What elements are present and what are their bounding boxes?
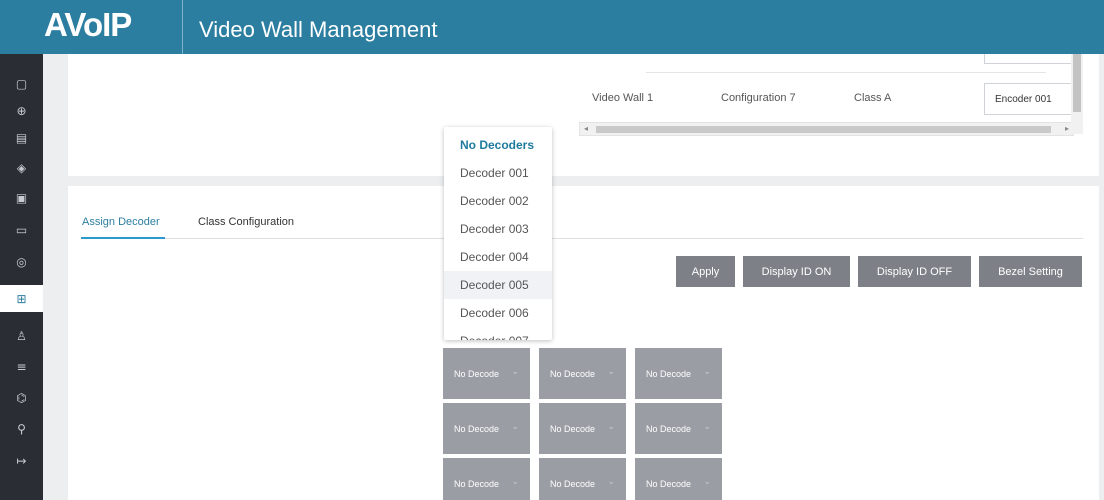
active-tab-indicator <box>81 237 165 239</box>
chevron-down-icon: ⌄ <box>511 366 519 376</box>
decoder-cell[interactable]: No Decode ⌄ <box>443 348 530 399</box>
display-id-on-button[interactable]: Display ID ON <box>743 256 850 287</box>
dropdown-option[interactable]: No Decoders <box>444 131 552 159</box>
decoder-cell-label: No Decode <box>454 478 500 489</box>
add-circle-icon[interactable]: ⊕ <box>8 97 35 124</box>
chevron-down-icon: ⌄ <box>703 421 711 431</box>
tab-assign-decoder[interactable]: Assign Decoder <box>82 216 160 228</box>
decoder-cell[interactable]: No Decode ⌄ <box>539 458 626 500</box>
decoder-cell[interactable]: No Decode ⌄ <box>443 403 530 454</box>
decoder-cell[interactable]: No Decode ⌄ <box>539 403 626 454</box>
display-id-off-button[interactable]: Display ID OFF <box>858 256 971 287</box>
horizontal-scrollbar[interactable]: ◂ ▸ <box>579 122 1074 136</box>
app-header: AVoIP Video Wall Management <box>0 0 1104 54</box>
decoder-dropdown-menu: No Decoders Decoder 001 Decoder 002 Decoder… <box>444 127 552 340</box>
decoder-cell-label: No Decode <box>454 368 500 379</box>
dropdown-option[interactable]: Decoder 005 <box>444 271 552 299</box>
chevron-down-icon: ⌄ <box>703 366 711 376</box>
decoder-cell-label: No Decode <box>646 368 692 379</box>
decoder-cell-label: No Decode <box>454 423 500 434</box>
bezel-setting-button[interactable]: Bezel Setting <box>979 256 1082 287</box>
table-row-divider <box>646 72 1046 73</box>
sliders-icon[interactable]: ≡ <box>8 353 35 380</box>
decoder-cell-label: No Decode <box>646 423 692 434</box>
decoder-cell[interactable]: No Decode ⌄ <box>635 348 722 399</box>
network-icon[interactable]: ⌬ <box>8 384 35 411</box>
avoip-logo: AVoIP <box>44 6 132 43</box>
wrench-icon[interactable]: ⚲ <box>8 415 35 442</box>
chevron-down-icon: ⌄ <box>703 476 711 486</box>
display-icon[interactable]: ▭ <box>8 216 35 243</box>
dropdown-option[interactable]: Decoder 006 <box>444 299 552 327</box>
dropdown-option[interactable]: Decoder 003 <box>444 215 552 243</box>
dropdown-option[interactable]: Decoder 004 <box>444 243 552 271</box>
chevron-down-icon: ⌄ <box>607 421 615 431</box>
decoder-cell[interactable]: No Decode ⌄ <box>635 458 722 500</box>
scroll-left-icon[interactable]: ◂ <box>584 124 588 133</box>
decoder-cell[interactable]: No Decode ⌄ <box>443 458 530 500</box>
sidebar: ▢ ⊕ ▤ ◈ ▣ ▭ ◎ ⊞ ♙ ≡ ⌬ ⚲ ↦ <box>0 54 43 500</box>
vertical-scrollbar[interactable] <box>1071 54 1083 134</box>
vertical-scrollbar-thumb[interactable] <box>1073 54 1081 112</box>
decoder-cell[interactable]: No Decode ⌄ <box>539 348 626 399</box>
scrollbar-thumb[interactable] <box>596 126 1051 133</box>
globe-icon[interactable]: ◎ <box>8 248 35 275</box>
dropdown-option[interactable]: Decoder 002 <box>444 187 552 215</box>
encoder-select[interactable]: Encoder 001 <box>984 83 1072 115</box>
report-icon[interactable]: ▢ <box>8 70 35 97</box>
user-icon[interactable]: ♙ <box>8 322 35 349</box>
decoder-cell[interactable]: No Decode ⌄ <box>635 403 722 454</box>
encoder-select-prev-row[interactable] <box>984 54 1072 64</box>
dropdown-option[interactable]: Decoder 001 <box>444 159 552 187</box>
tab-divider <box>81 238 1083 239</box>
chevron-down-icon: ⌄ <box>511 421 519 431</box>
grid-icon[interactable]: ▤ <box>8 124 35 151</box>
config-table-panel: Video Wall 1 Configuration 7 Class A Enc… <box>68 54 1099 176</box>
layers-icon[interactable]: ◈ <box>8 154 35 181</box>
chevron-down-icon: ⌄ <box>607 476 615 486</box>
decoder-cell-label: No Decode <box>646 478 692 489</box>
decoder-cell-label: No Decode <box>550 478 596 489</box>
chevron-down-icon: ⌄ <box>607 366 615 376</box>
dropdown-option[interactable]: Decoder 007 <box>444 330 552 340</box>
scroll-right-icon[interactable]: ▸ <box>1065 124 1069 133</box>
chevron-down-icon: ⌄ <box>511 476 519 486</box>
apply-button[interactable]: Apply <box>676 256 735 287</box>
decoder-cell-label: No Decode <box>550 368 596 379</box>
logout-icon[interactable]: ↦ <box>8 447 35 474</box>
page-title: Video Wall Management <box>199 17 438 42</box>
logo-area: AVoIP <box>0 0 183 54</box>
tab-class-configuration[interactable]: Class Configuration <box>198 216 294 228</box>
video-wall-icon[interactable]: ⊞ <box>0 285 43 312</box>
configuration-cell: Configuration 7 <box>721 92 796 104</box>
monitor-icon[interactable]: ▣ <box>8 184 35 211</box>
decoder-cell-label: No Decode <box>550 423 596 434</box>
wall-name-cell: Video Wall 1 <box>592 92 654 104</box>
class-cell: Class A <box>854 92 892 104</box>
